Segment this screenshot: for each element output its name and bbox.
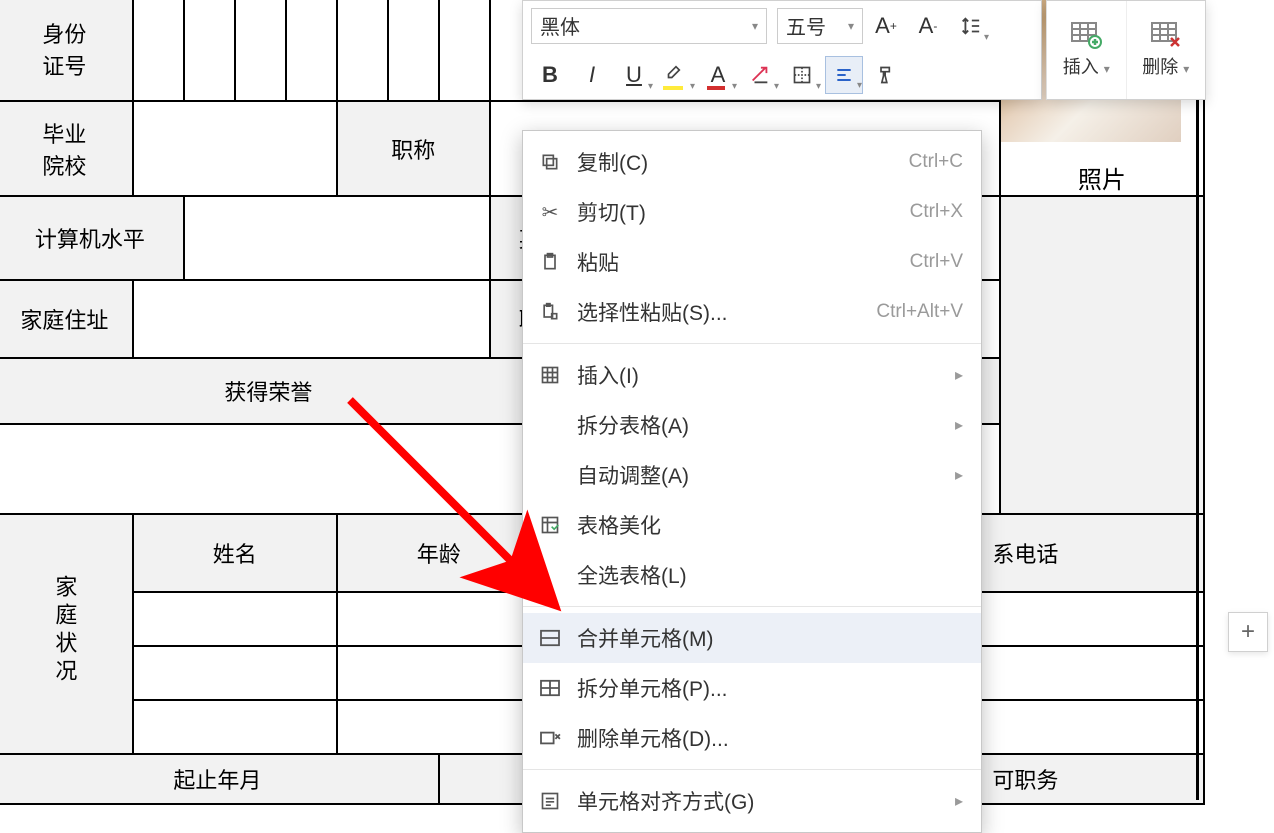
- ctx-separator: [523, 343, 981, 344]
- line-spacing-button[interactable]: ▾: [951, 7, 989, 45]
- font-family-select[interactable]: 黑体▾: [531, 8, 767, 44]
- chevron-right-icon: ▸: [955, 415, 963, 435]
- ctx-autofit[interactable]: 自动调整(A) ▸: [523, 450, 981, 500]
- copy-icon: [537, 152, 563, 172]
- font-color-button[interactable]: A ▾: [699, 56, 737, 94]
- bold-button[interactable]: B: [531, 56, 569, 94]
- ctx-split-table[interactable]: 拆分表格(A) ▸: [523, 400, 981, 450]
- ctx-merge-cells[interactable]: 合并单元格(M): [523, 613, 981, 663]
- delete-cells-icon: [537, 729, 563, 747]
- ctx-cut[interactable]: ✂ 剪切(T) Ctrl+X: [523, 187, 981, 237]
- border-button[interactable]: ▾: [783, 56, 821, 94]
- align-icon: [537, 791, 563, 811]
- photo-label: 照片: [1001, 142, 1203, 195]
- page-right-margin: [1196, 0, 1199, 800]
- ctx-cell-align[interactable]: 单元格对齐方式(G) ▸: [523, 776, 981, 826]
- split-cells-icon: [537, 679, 563, 697]
- ctx-beautify[interactable]: 表格美化: [523, 500, 981, 550]
- ctx-paste-special[interactable]: 选择性粘贴(S)... Ctrl+Alt+V: [523, 287, 981, 337]
- context-menu: 复制(C) Ctrl+C ✂ 剪切(T) Ctrl+X 粘贴 Ctrl+V 选择…: [522, 130, 982, 833]
- font-size-select[interactable]: 五号▾: [777, 8, 863, 44]
- label-id-number: 身份 证号: [0, 0, 133, 101]
- align-button[interactable]: ▾: [825, 56, 863, 94]
- chevron-right-icon: ▸: [955, 791, 963, 811]
- chevron-down-icon: ▾: [752, 19, 758, 33]
- highlight-button[interactable]: ▾: [657, 56, 695, 94]
- table-insert-delete-tools: 插入 ▾ 删除 ▾: [1046, 0, 1206, 100]
- decrease-font-button[interactable]: A-: [909, 7, 947, 45]
- chevron-right-icon: ▸: [955, 465, 963, 485]
- mini-format-toolbar: 黑体▾ 五号▾ A+ A- ▾ B I U▾ ▾ A ▾ ▾: [522, 0, 1042, 100]
- label-computer-skill: 计算机水平: [0, 196, 184, 280]
- table-delete-button[interactable]: 删除 ▾: [1126, 1, 1206, 99]
- label-job-title: 职称: [337, 101, 490, 196]
- label-period-partial: 起止年月: [0, 754, 439, 804]
- ctx-copy[interactable]: 复制(C) Ctrl+C: [523, 137, 981, 187]
- italic-button[interactable]: I: [573, 56, 611, 94]
- label-graduate-school: 毕业 院校: [0, 101, 133, 196]
- ctx-delete-cells[interactable]: 删除单元格(D)...: [523, 713, 981, 763]
- table-insert-button[interactable]: 插入 ▾: [1047, 1, 1126, 99]
- ctx-paste[interactable]: 粘贴 Ctrl+V: [523, 237, 981, 287]
- label-family-status: 家庭状况: [0, 514, 133, 754]
- increase-font-button[interactable]: A+: [867, 7, 905, 45]
- ctx-separator: [523, 606, 981, 607]
- merge-cells-icon: [537, 629, 563, 647]
- chevron-down-icon: ▾: [848, 19, 854, 33]
- cut-icon: ✂: [537, 200, 563, 225]
- label-name: 姓名: [133, 514, 337, 592]
- table-insert-icon: [1070, 21, 1102, 49]
- beautify-icon: [537, 515, 563, 535]
- insert-icon: [537, 365, 563, 385]
- label-home-address: 家庭住址: [0, 280, 133, 358]
- ctx-insert[interactable]: 插入(I) ▸: [523, 350, 981, 400]
- ctx-split-cells[interactable]: 拆分单元格(P)...: [523, 663, 981, 713]
- format-painter-button[interactable]: [867, 56, 905, 94]
- add-column-button[interactable]: +: [1228, 612, 1268, 652]
- ctx-select-all[interactable]: 全选表格(L): [523, 550, 981, 600]
- ctx-separator: [523, 769, 981, 770]
- paste-icon: [537, 252, 563, 272]
- clear-format-button[interactable]: ▾: [741, 56, 779, 94]
- table-delete-icon: [1150, 21, 1182, 49]
- underline-button[interactable]: U▾: [615, 56, 653, 94]
- label-honors: 获得荣誉: [0, 358, 541, 424]
- chevron-right-icon: ▸: [955, 365, 963, 385]
- paste-special-icon: [537, 302, 563, 322]
- label-age: 年龄: [337, 514, 541, 592]
